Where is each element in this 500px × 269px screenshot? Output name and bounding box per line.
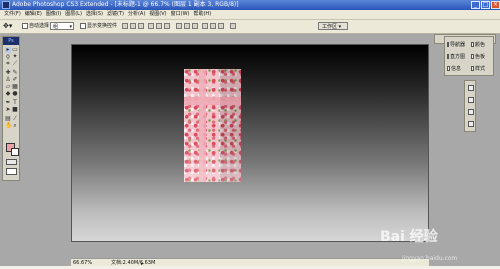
align-right-icon[interactable] xyxy=(164,23,170,29)
menu-layer[interactable]: 图层(L) xyxy=(65,11,82,18)
box-reflection xyxy=(184,140,241,182)
toolbox: Ps ▸ ▭ ϙ ✦ ⌗ ⟋ ✚ ✎ ♙ ✐ ▱ ▦ ◆ ● ✒ T ➤ ■ ▤… xyxy=(2,36,20,181)
menu-image[interactable]: 图像(I) xyxy=(46,11,61,18)
distribute-vcenter-icon[interactable] xyxy=(184,23,190,29)
shape-tool-icon[interactable]: ■ xyxy=(12,107,18,113)
move-tool-preset-icon[interactable]: ✥▾ xyxy=(3,22,17,30)
history-icon[interactable] xyxy=(468,121,474,127)
path-select-tool-icon[interactable]: ➤ xyxy=(5,107,11,113)
align-hcenter-icon[interactable] xyxy=(156,23,162,29)
menu-filter[interactable]: 滤镜(T) xyxy=(107,11,124,18)
close-button[interactable]: × xyxy=(491,1,500,9)
auto-select-checkbox[interactable] xyxy=(22,23,28,29)
document-canvas[interactable] xyxy=(71,44,429,242)
histogram-icon xyxy=(447,53,449,59)
swatches-icon xyxy=(471,53,474,59)
screen-mode-icon[interactable] xyxy=(6,168,17,175)
maximize-button[interactable]: □ xyxy=(481,1,490,9)
options-bar: ✥▾ 自动选择 组 ▾ 显示变换控件 工作区 ▾ xyxy=(0,20,500,34)
color-icon xyxy=(471,41,474,47)
styles-icon xyxy=(471,65,474,71)
toolbox-header: Ps xyxy=(3,37,19,45)
distribute-bottom-icon[interactable] xyxy=(192,23,198,29)
navigator-panel-button[interactable]: 导航器 xyxy=(447,39,465,49)
align-left-icon[interactable] xyxy=(148,23,154,29)
layer-group-dropdown[interactable]: 组 ▾ xyxy=(50,22,74,30)
slice-tool-icon[interactable]: ⟋ xyxy=(12,61,18,67)
align-bottom-icon[interactable] xyxy=(138,23,144,29)
distribute-hcenter-icon[interactable] xyxy=(210,23,216,29)
window-title: Adobe Photoshop CS3 Extended - [未标题-1 @ … xyxy=(12,1,239,8)
navigator-icon xyxy=(447,41,449,47)
panel-group-navigation: 导航器 直方图 颜色 色板 样式 信息 xyxy=(444,36,494,76)
title-bar: Adobe Photoshop CS3 Extended - [未标题-1 @ … xyxy=(0,0,500,10)
menu-analysis[interactable]: 分析(A) xyxy=(128,11,145,18)
menu-window[interactable]: 窗口(W) xyxy=(171,11,190,18)
crop-tool-icon[interactable]: ⌗ xyxy=(5,61,11,67)
distribute-right-icon[interactable] xyxy=(218,23,224,29)
background-color-swatch[interactable] xyxy=(11,148,19,156)
baidu-watermark-url: jingyan.baidu.com xyxy=(402,255,458,262)
show-transform-label: 显示变换控件 xyxy=(87,23,118,29)
menu-select[interactable]: 选择(S) xyxy=(86,11,103,18)
info-icon xyxy=(447,65,450,71)
align-vcenter-icon[interactable] xyxy=(130,23,136,29)
menu-view[interactable]: 视图(V) xyxy=(149,11,166,18)
distribute-left-icon[interactable] xyxy=(202,23,208,29)
channels-icon[interactable] xyxy=(468,97,474,103)
distribute-top-icon[interactable] xyxy=(176,23,182,29)
minimize-button[interactable]: _ xyxy=(471,1,480,9)
chevron-down-icon: ▾ xyxy=(69,24,72,30)
show-transform-checkbox[interactable] xyxy=(80,23,86,29)
panel-group-layers xyxy=(464,80,476,132)
auto-align-icon[interactable] xyxy=(230,23,236,29)
blur-tool-icon[interactable]: ◆ xyxy=(5,91,11,97)
color-panel-button[interactable]: 颜色 xyxy=(471,39,485,49)
menu-help[interactable]: 帮助(H) xyxy=(193,11,211,18)
menu-file[interactable]: 文件(F) xyxy=(4,11,21,18)
zoom-tool-icon[interactable]: ⌕ xyxy=(12,123,18,129)
quick-mask-icon[interactable] xyxy=(6,159,17,165)
styles-panel-button[interactable]: 样式 xyxy=(471,63,485,73)
info-panel-button[interactable]: 信息 xyxy=(447,63,461,73)
layers-icon[interactable] xyxy=(468,85,474,91)
histogram-panel-button[interactable]: 直方图 xyxy=(447,51,465,61)
menu-bar: 文件(F) 编辑(E) 图像(I) 图层(L) 选择(S) 滤镜(T) 分析(A… xyxy=(0,10,500,20)
auto-select-label: 自动选择 xyxy=(29,23,50,29)
align-top-icon[interactable] xyxy=(122,23,128,29)
hand-tool-icon[interactable]: ✋ xyxy=(5,123,12,129)
paths-icon[interactable] xyxy=(468,109,474,115)
baidu-watermark: Bai 经验 xyxy=(380,229,438,245)
photoshop-app-icon xyxy=(2,1,10,9)
ribbon-side xyxy=(220,97,241,105)
dodge-tool-icon[interactable]: ● xyxy=(12,91,18,97)
swatches-panel-button[interactable]: 色板 xyxy=(471,51,485,61)
menu-edit[interactable]: 编辑(E) xyxy=(25,11,42,18)
workspace-button[interactable]: 工作区 ▾ xyxy=(318,22,348,30)
